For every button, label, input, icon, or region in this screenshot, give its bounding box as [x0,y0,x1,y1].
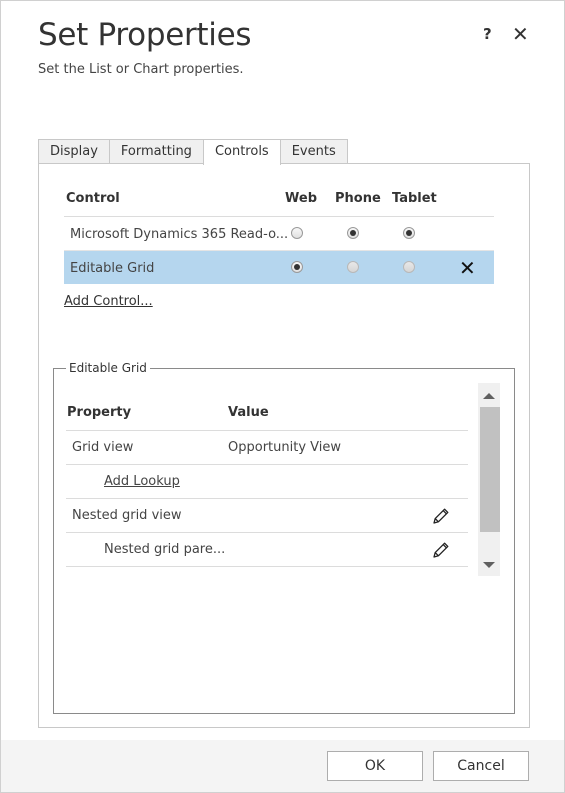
set-properties-dialog: Set Properties Set the List or Chart pro… [0,0,565,793]
phone-radio[interactable] [347,261,359,273]
property-name: Grid view [72,440,134,455]
add-control-row: Add Control... [64,284,494,318]
control-row-read-only[interactable]: Microsoft Dynamics 365 Read-o... [64,217,494,251]
property-value: Opportunity View [228,440,341,455]
tab-display[interactable]: Display [38,139,110,163]
pencil-icon[interactable] [431,540,451,560]
controls-panel: Control Web Phone Tablet Microsoft Dynam… [38,163,530,728]
property-row-nested-grid-view[interactable]: Nested grid view [66,499,468,533]
editable-grid-legend: Editable Grid [66,361,150,375]
control-row-editable-grid[interactable]: Editable Grid ✕ [64,251,494,284]
property-name: Nested grid pare... [104,542,226,557]
control-name: Microsoft Dynamics 365 Read-o... [70,227,289,242]
cancel-button[interactable]: Cancel [433,751,529,781]
tab-formatting[interactable]: Formatting [108,139,204,163]
scroll-up-icon[interactable] [483,393,495,399]
ok-button[interactable]: OK [327,751,423,781]
column-value: Value [228,405,269,420]
column-web: Web [285,191,317,206]
property-row-nested-grid-parent[interactable]: Nested grid pare... [66,533,468,567]
close-icon[interactable]: ✕ [512,22,529,46]
add-lookup-link[interactable]: Add Lookup [104,474,180,489]
controls-table-header: Control Web Phone Tablet [64,184,494,217]
property-name: Nested grid view [72,508,182,523]
dialog-subtitle: Set the List or Chart properties. [38,62,244,77]
control-name: Editable Grid [70,261,155,276]
phone-radio[interactable] [347,227,359,239]
editable-grid-properties: Editable Grid Property Value Grid view O… [53,361,515,714]
property-row-add-lookup: Add Lookup [66,465,468,499]
dialog-footer: OK Cancel [1,740,564,792]
column-tablet: Tablet [392,191,437,206]
add-control-link[interactable]: Add Control... [64,294,153,309]
column-phone: Phone [335,191,381,206]
help-icon[interactable]: ? [483,25,492,43]
properties-table: Property Value Grid view Opportunity Vie… [66,397,468,567]
column-property: Property [67,405,132,420]
properties-scrollbar[interactable] [478,383,500,576]
scroll-down-icon[interactable] [483,562,495,568]
web-radio[interactable] [291,261,303,273]
dialog-title: Set Properties [38,17,252,53]
properties-table-header: Property Value [66,397,468,431]
controls-table: Control Web Phone Tablet Microsoft Dynam… [64,184,494,318]
pencil-icon[interactable] [431,506,451,526]
property-row-grid-view[interactable]: Grid view Opportunity View [66,431,468,465]
tab-events[interactable]: Events [279,139,348,163]
tab-bar: Display Formatting Controls Events [38,139,348,165]
delete-control-icon[interactable]: ✕ [459,256,476,280]
tablet-radio[interactable] [403,227,415,239]
scroll-thumb[interactable] [480,407,500,532]
web-radio[interactable] [291,227,303,239]
tablet-radio[interactable] [403,261,415,273]
column-control: Control [66,191,120,206]
tab-controls[interactable]: Controls [202,139,281,165]
